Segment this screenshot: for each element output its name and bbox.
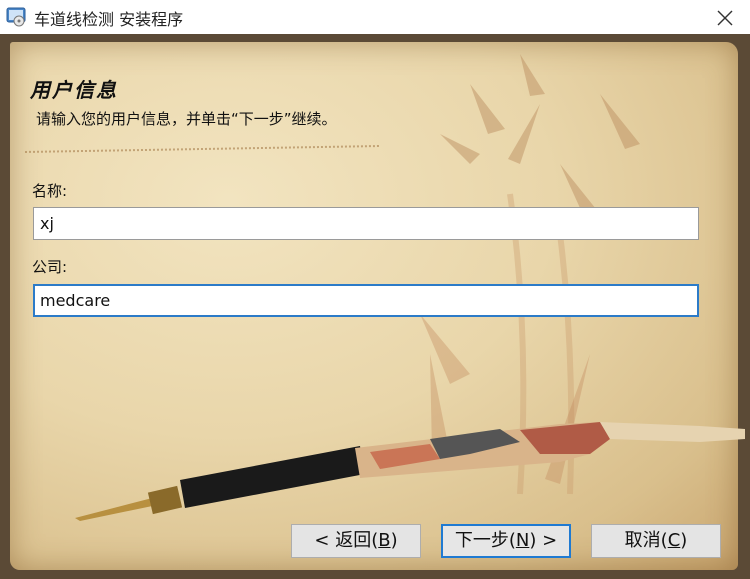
back-button-suffix: ) <box>390 530 398 551</box>
back-button-mnemonic: B <box>378 530 391 551</box>
back-button[interactable]: < 返回(B) <box>291 524 421 558</box>
installer-icon <box>6 7 26 27</box>
cancel-button-mnemonic: C <box>667 530 681 551</box>
name-field[interactable]: xj <box>33 207 699 240</box>
cancel-button-suffix: ) <box>680 530 688 551</box>
company-label: 公司: <box>32 258 68 276</box>
window-title: 车道线检测 安装程序 <box>34 10 184 29</box>
next-button[interactable]: 下一步(N) > <box>441 524 571 558</box>
cancel-button-prefix: 取消( <box>624 530 668 551</box>
next-button-suffix: ) > <box>529 530 558 551</box>
cancel-button[interactable]: 取消(C) <box>591 524 721 558</box>
next-button-mnemonic: N <box>515 530 530 551</box>
page-instruction: 请输入您的用户信息，并单击“下一步”继续。 <box>36 110 337 128</box>
back-button-prefix: < 返回( <box>314 530 379 551</box>
close-icon[interactable] <box>714 7 736 29</box>
company-field[interactable]: medcare <box>33 284 699 317</box>
next-button-prefix: 下一步( <box>454 530 516 551</box>
name-label: 名称: <box>32 182 68 200</box>
title-bar: 车道线检测 安装程序 <box>0 0 750 34</box>
page-heading: 用户信息 <box>30 78 118 102</box>
